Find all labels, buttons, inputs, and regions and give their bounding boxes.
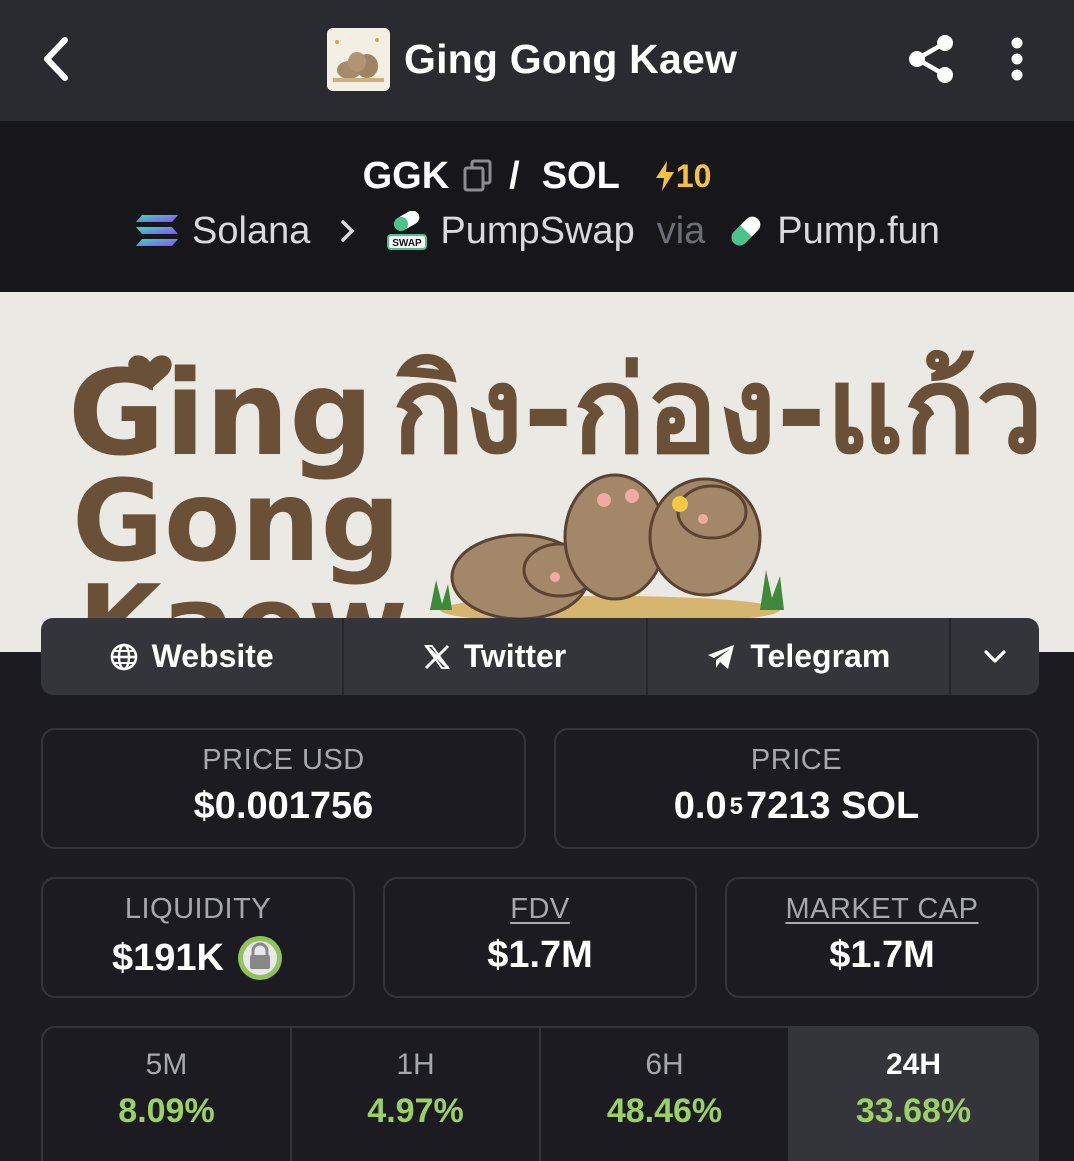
website-label: Website <box>151 638 274 674</box>
more-vertical-icon <box>1011 37 1023 81</box>
boost-count: 10 <box>675 157 712 194</box>
tab-6h-change: 48.46% <box>606 1092 723 1130</box>
price-usd-card: PRICE USD $0.001756 <box>41 728 526 849</box>
chain-row: Solana SWAP PumpSwap via Pump.fun <box>0 205 1074 257</box>
more-options-button[interactable] <box>990 28 1044 90</box>
liquidity-label: LIQUIDITY <box>124 893 272 925</box>
banner-thai-text: กิง-ก่อง-แก้ว <box>392 342 1044 481</box>
price-native-prefix: 0.0 <box>673 785 727 827</box>
tab-5m[interactable]: 5M 8.09% <box>43 1028 292 1161</box>
token-banner: Ging Gong Kaew กิง-ก่อง-แก้ว <box>0 292 1074 652</box>
token-title: Ging Gong Kaew <box>327 27 737 91</box>
lightning-icon <box>655 161 674 191</box>
pair-separator: / <box>509 154 520 197</box>
via-label: via <box>656 209 706 252</box>
telegram-icon <box>708 644 735 669</box>
tab-1h-label: 1H <box>396 1048 435 1081</box>
liquidity-card: LIQUIDITY $191K <box>41 877 355 998</box>
x-logo-icon <box>423 644 450 669</box>
boost-badge[interactable]: 10 <box>654 157 712 195</box>
price-native-label: PRICE <box>750 744 843 776</box>
chain-link[interactable]: Solana <box>134 210 310 253</box>
back-button[interactable] <box>28 28 84 90</box>
price-usd-value: $0.001756 <box>193 785 374 827</box>
price-native-zeros: 5 <box>729 792 743 820</box>
price-native-card: PRICE 0.0 5 7213 SOL <box>554 728 1039 849</box>
price-native-value: 0.0 5 7213 SOL <box>556 785 1037 828</box>
liquidity-value-row: $191K <box>43 934 353 982</box>
tab-24h-label: 24H <box>885 1048 942 1081</box>
dex-name: PumpSwap <box>440 209 635 252</box>
pill-icon <box>731 216 761 246</box>
chevron-down-icon <box>984 649 1006 663</box>
market-cap-value: $1.7M <box>829 934 935 976</box>
share-icon <box>909 35 953 83</box>
launchpad-name: Pump.fun <box>777 209 940 252</box>
copy-icon <box>463 159 492 192</box>
fdv-value: $1.7M <box>487 934 593 976</box>
page-title: Ging Gong Kaew <box>404 35 738 82</box>
top-bar: Ging Gong Kaew <box>0 0 1074 121</box>
lock-icon[interactable] <box>236 934 284 982</box>
pair-row: GGK / SOL 10 <box>0 150 1074 202</box>
twitter-label: Twitter <box>463 638 567 674</box>
market-cap-label[interactable]: MARKET CAP <box>727 893 1037 926</box>
liquidity-value: $191K <box>112 936 224 979</box>
tab-5m-label: 5M <box>145 1048 188 1081</box>
globe-icon <box>110 643 137 670</box>
timeframe-tabs: 5M 8.09% 1H 4.97% 6H 48.46% 24H 33.68% <box>41 1026 1039 1161</box>
chevron-right-icon <box>340 210 356 253</box>
twitter-button[interactable]: Twitter <box>344 618 648 695</box>
chevron-left-icon <box>44 37 68 81</box>
more-links-button[interactable] <box>951 618 1039 695</box>
copy-address-button[interactable] <box>463 158 495 194</box>
telegram-button[interactable]: Telegram <box>648 618 951 695</box>
tab-6h[interactable]: 6H 48.46% <box>541 1028 790 1161</box>
launchpad-link[interactable]: Pump.fun <box>727 210 940 253</box>
telegram-label: Telegram <box>750 638 891 674</box>
tab-1h-change: 4.97% <box>367 1092 464 1130</box>
website-button[interactable]: Website <box>41 618 345 695</box>
social-links-bar: Website Twitter Telegram <box>41 618 1039 695</box>
share-button[interactable] <box>900 28 962 90</box>
tab-24h-change: 33.68% <box>855 1092 972 1130</box>
dex-link[interactable]: SWAP PumpSwap <box>386 209 635 253</box>
tab-24h[interactable]: 24H 33.68% <box>790 1028 1037 1161</box>
fdv-card[interactable]: FDV $1.7M <box>383 877 697 998</box>
banner-artwork: Ging Gong Kaew กิง-ก่อง-แก้ว <box>0 292 1074 652</box>
tab-1h[interactable]: 1H 4.97% <box>292 1028 541 1161</box>
quote-symbol: SOL <box>541 154 620 197</box>
base-symbol: GGK <box>362 154 450 197</box>
token-logo <box>327 27 390 91</box>
chain-name: Solana <box>192 209 311 252</box>
tab-6h-label: 6H <box>645 1048 684 1081</box>
tab-5m-change: 8.09% <box>118 1092 215 1130</box>
price-usd-label: PRICE USD <box>202 744 365 776</box>
fdv-label[interactable]: FDV <box>385 893 695 926</box>
solana-icon <box>136 215 179 246</box>
price-native-suffix: 7213 SOL <box>745 785 920 827</box>
market-cap-card[interactable]: MARKET CAP $1.7M <box>725 877 1039 998</box>
swap-badge: SWAP <box>393 238 423 249</box>
pumpswap-icon: SWAP <box>387 211 428 250</box>
